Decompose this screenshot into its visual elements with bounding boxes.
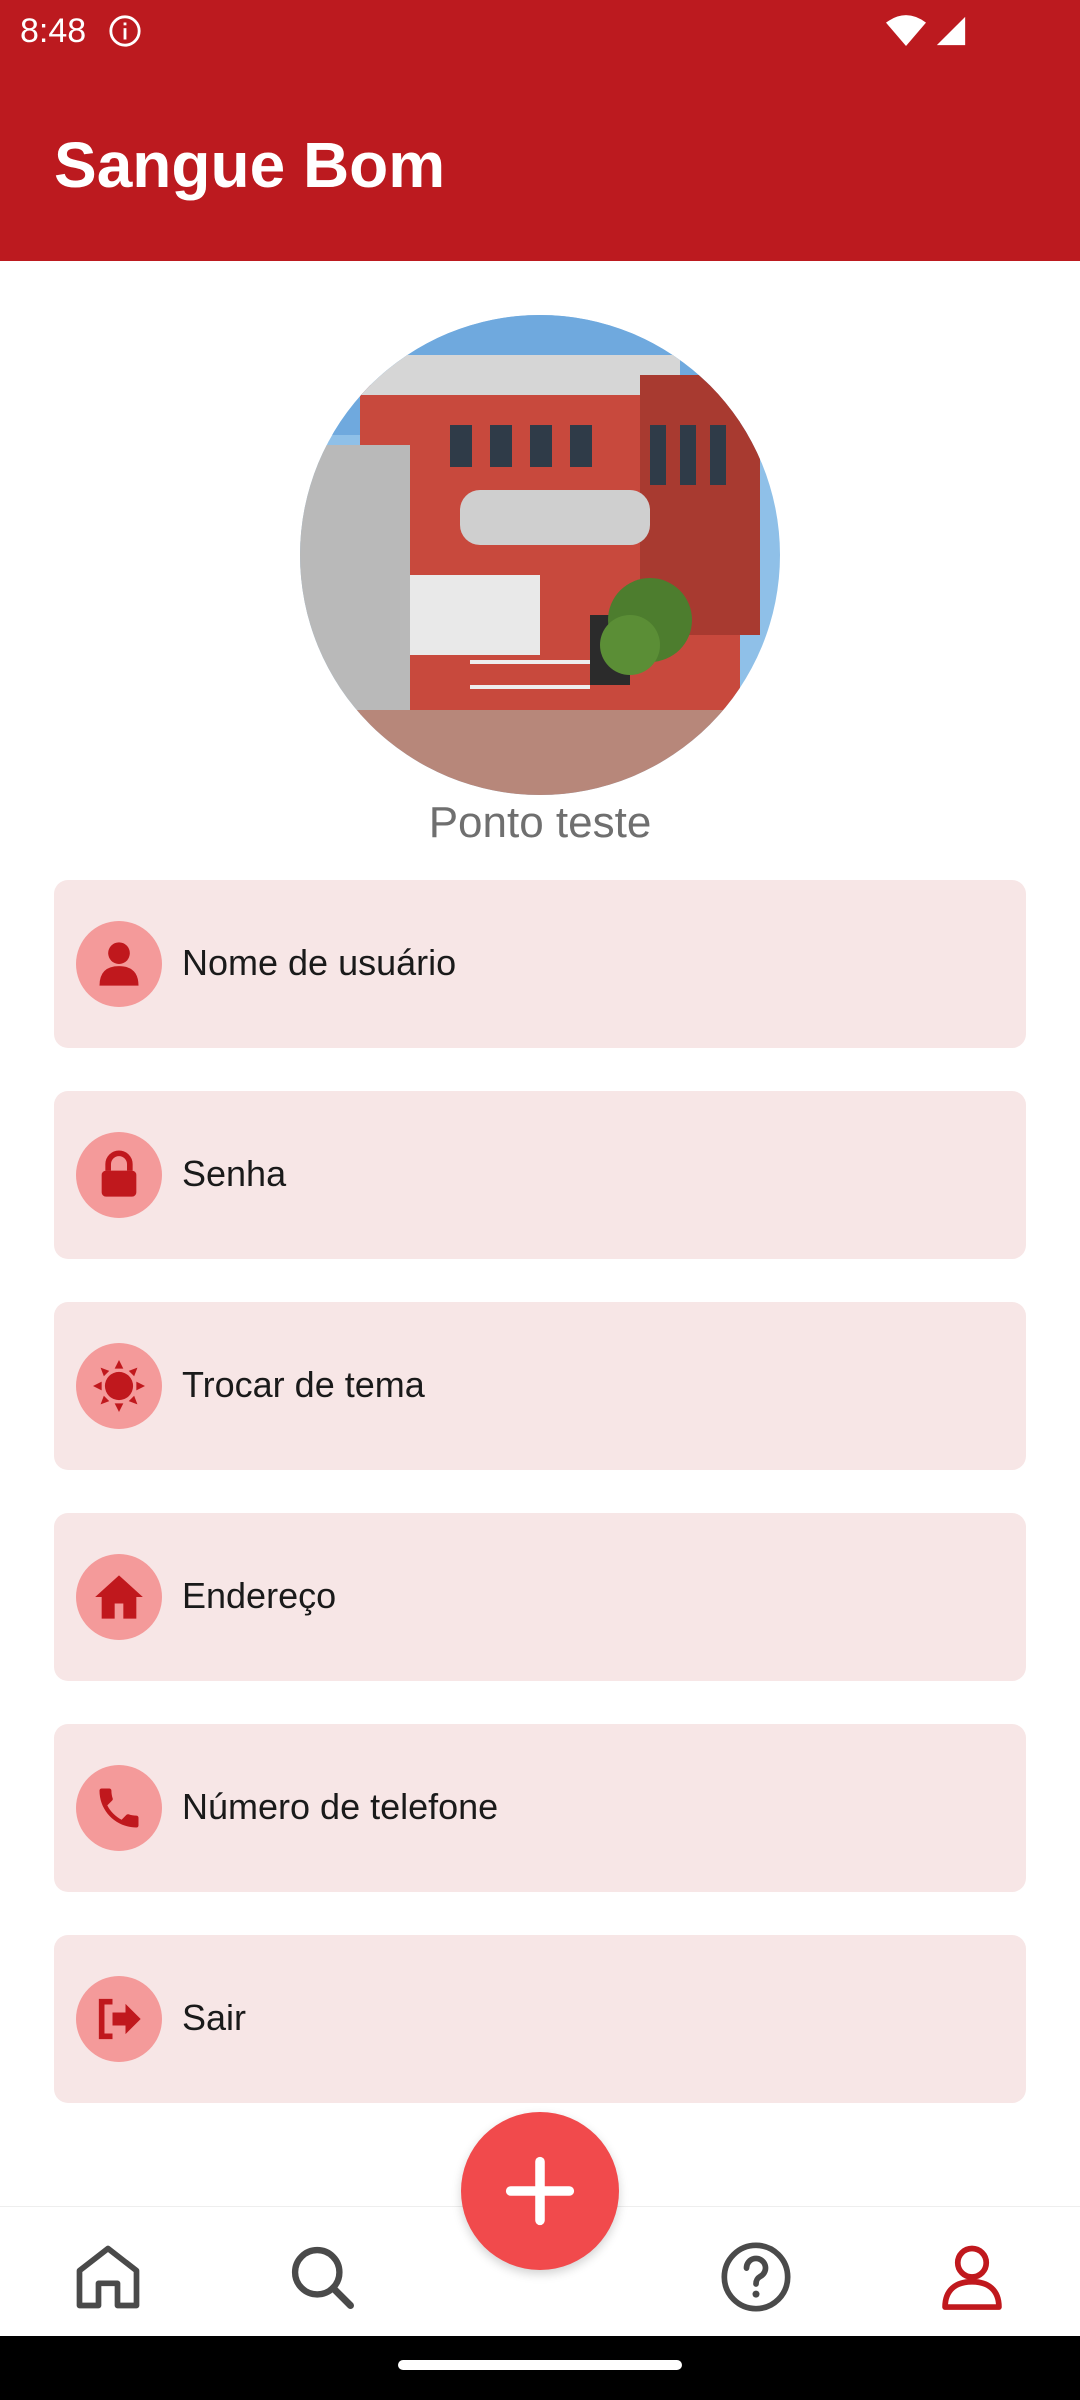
search-icon [291, 2246, 354, 2309]
gesture-bar [0, 2336, 1080, 2400]
menu-item-logout[interactable]: Sair [54, 1935, 1026, 2103]
user-icon [76, 921, 162, 1007]
menu-item-phone[interactable]: Número de telefone [54, 1724, 1026, 1892]
menu-item-username[interactable]: Nome de usuário [54, 880, 1026, 1048]
info-icon [109, 15, 141, 47]
status-bar: 8:48 [0, 0, 1080, 62]
plus-icon [505, 2156, 575, 2226]
profile-name: Ponto teste [428, 798, 652, 847]
menu-item-theme[interactable]: Trocar de tema [54, 1302, 1026, 1470]
menu-label-address: Endereço [182, 1575, 337, 1616]
lock-icon [76, 1132, 162, 1218]
menu-label-password: Senha [182, 1153, 287, 1194]
wifi-icon [886, 15, 926, 46]
sun-icon [76, 1343, 162, 1429]
app-title: Sangue Bom [54, 129, 446, 201]
add-button[interactable] [461, 2112, 619, 2270]
menu-label-username: Nome de usuário [182, 942, 457, 983]
menu-label-phone: Número de telefone [182, 1786, 499, 1827]
home-gesture-pill[interactable] [398, 2360, 682, 2370]
profile-avatar[interactable] [300, 315, 780, 795]
nav-help[interactable] [716, 2237, 796, 2317]
menu-item-address[interactable]: Endereço [54, 1513, 1026, 1681]
signal-icon [936, 16, 966, 46]
building-photo [300, 315, 780, 795]
menu-label-theme: Trocar de tema [182, 1364, 425, 1405]
help-icon [721, 2242, 791, 2312]
logout-icon [76, 1976, 162, 2062]
menu-label-logout: Sair [182, 1997, 247, 2038]
nav-home[interactable] [68, 2237, 148, 2317]
home-icon [76, 1554, 162, 1640]
nav-search[interactable] [282, 2237, 362, 2317]
status-time: 8:48 [20, 12, 87, 50]
app-bar: Sangue Bom [0, 62, 1080, 261]
menu-item-password[interactable]: Senha [54, 1091, 1026, 1259]
profile-icon [942, 2245, 1002, 2310]
nav-profile[interactable] [932, 2237, 1012, 2317]
phone-icon [76, 1765, 162, 1851]
home-outline-icon [76, 2245, 140, 2309]
